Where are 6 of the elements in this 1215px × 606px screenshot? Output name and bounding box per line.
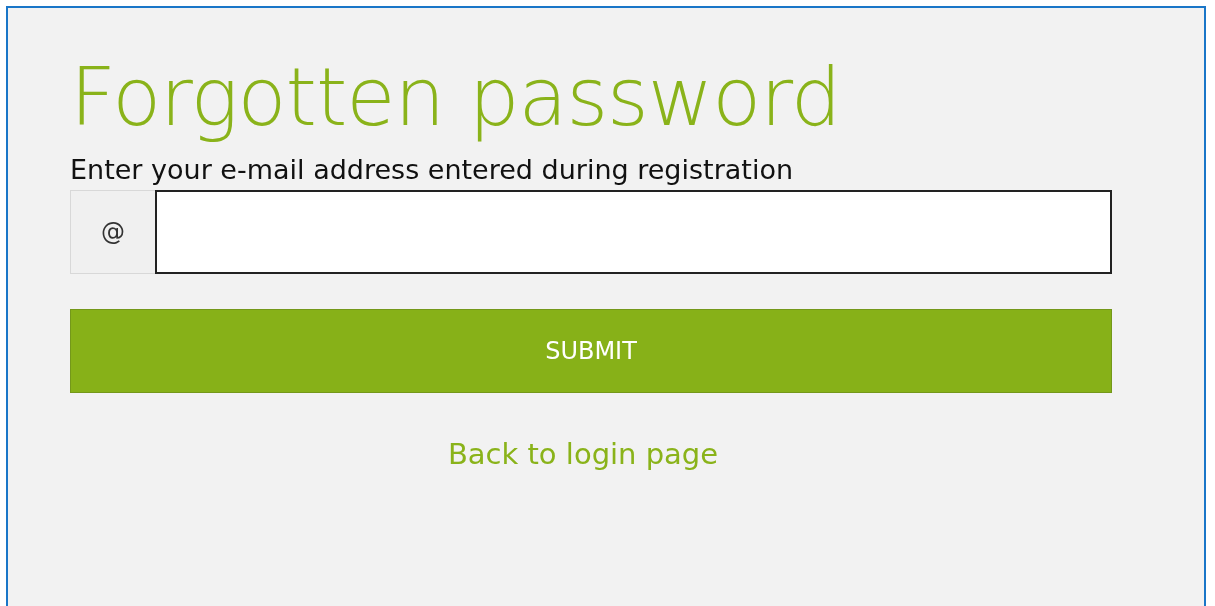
page-title: Forgotten password	[70, 50, 841, 146]
back-to-login-link[interactable]: Back to login page	[447, 437, 719, 471]
submit-button[interactable]: SUBMIT	[70, 309, 1112, 393]
email-input-field[interactable]	[155, 190, 1112, 274]
at-sign-addon: @	[70, 190, 155, 274]
email-label: Enter your e-mail address entered during registration	[70, 153, 793, 187]
